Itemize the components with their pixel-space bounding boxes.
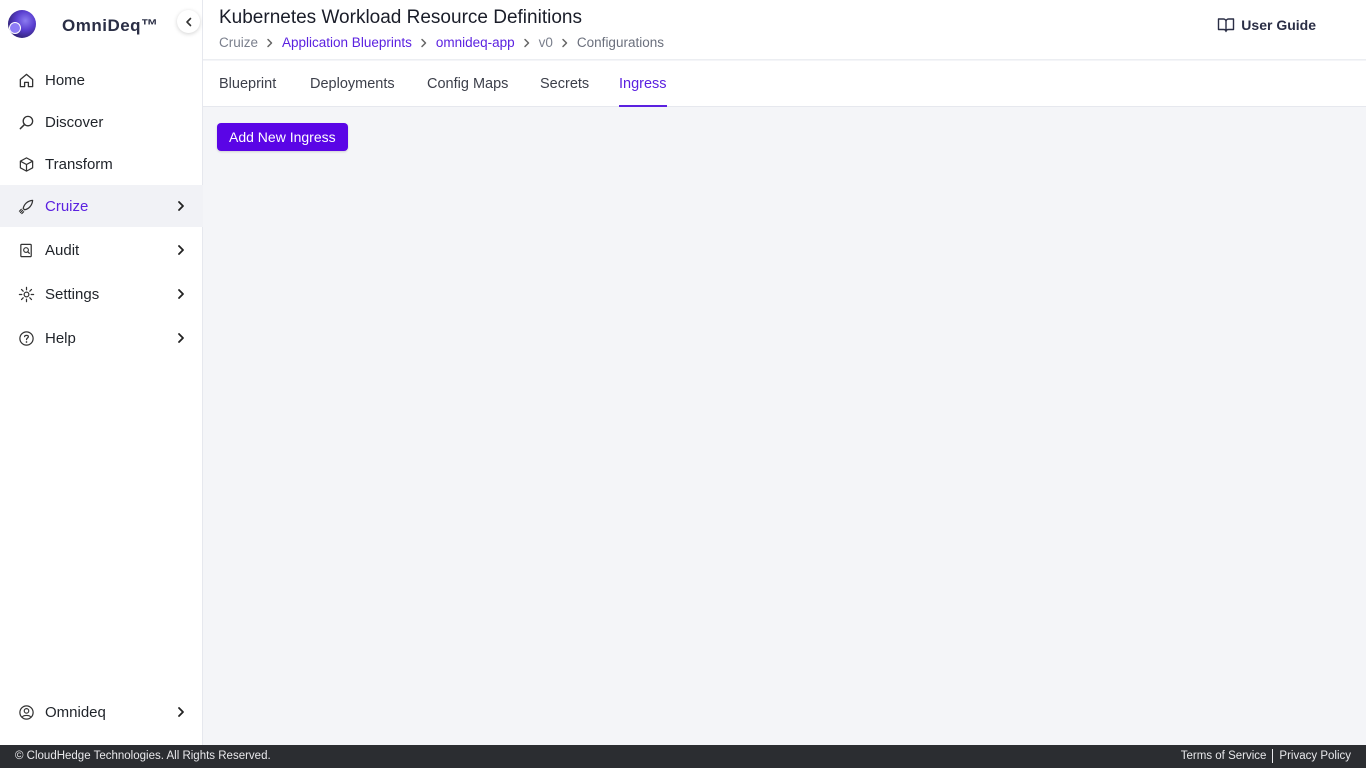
page-title: Kubernetes Workload Resource Definitions: [219, 7, 582, 28]
sidebar-item-cruize[interactable]: Cruize: [0, 185, 203, 227]
sidebar-item-audit[interactable]: Audit: [0, 229, 203, 271]
breadcrumb-application-blueprints[interactable]: Application Blueprints: [282, 35, 412, 50]
footer-links: Terms of Service Privacy Policy: [1181, 749, 1351, 763]
sidebar: OmniDeq™ Home Discover Transform Cruize …: [0, 0, 203, 745]
config-tabs: Blueprint Deployments Config Maps Secret…: [203, 61, 1366, 107]
main-content: Add New Ingress: [203, 107, 1366, 745]
account-section: Omnideq: [0, 691, 203, 733]
brand-name: OmniDeq™: [62, 16, 159, 35]
audit-icon: [17, 241, 35, 259]
tab-deployments[interactable]: Deployments: [310, 76, 395, 107]
footer-divider: [1272, 749, 1274, 763]
user-guide-link[interactable]: User Guide: [1217, 17, 1316, 33]
chevron-right-icon: [178, 245, 184, 255]
tab-blueprint[interactable]: Blueprint: [219, 76, 276, 107]
user-guide-label: User Guide: [1241, 17, 1316, 33]
sidebar-item-label: Discover: [45, 113, 104, 131]
sidebar-item-home[interactable]: Home: [0, 59, 203, 101]
breadcrumb-app[interactable]: omnideq-app: [436, 35, 515, 50]
sidebar-item-label: Settings: [45, 285, 100, 303]
help-icon: [17, 329, 35, 347]
tab-config-maps[interactable]: Config Maps: [427, 76, 508, 107]
sidebar-item-label: Transform: [45, 155, 113, 173]
chevron-right-icon: [262, 37, 278, 49]
gear-icon: [17, 285, 35, 303]
search-icon: [17, 113, 35, 131]
book-icon: [1218, 18, 1235, 33]
add-new-ingress-button[interactable]: Add New Ingress: [217, 123, 348, 151]
chevron-right-icon: [519, 37, 535, 49]
rocket-icon: [17, 197, 35, 215]
terms-of-service-link[interactable]: Terms of Service: [1181, 750, 1267, 762]
sidebar-nav: Home Discover Transform Cruize Audit Set…: [0, 59, 203, 359]
tab-secrets[interactable]: Secrets: [540, 76, 589, 107]
collapse-sidebar-button[interactable]: [177, 10, 200, 33]
page-header: Kubernetes Workload Resource Definitions…: [203, 0, 1366, 60]
chevron-right-icon: [178, 333, 184, 343]
sidebar-item-label: Cruize: [45, 197, 89, 215]
breadcrumb-version[interactable]: v0: [539, 35, 553, 50]
sidebar-item-label: Home: [45, 71, 86, 89]
chevron-right-icon: [557, 37, 573, 49]
logo-accent: [9, 22, 21, 34]
breadcrumb-current: Configurations: [576, 35, 664, 50]
sidebar-item-label: Audit: [45, 241, 80, 259]
sidebar-item-help[interactable]: Help: [0, 317, 203, 359]
sidebar-item-label: Help: [45, 329, 76, 347]
sidebar-item-discover[interactable]: Discover: [0, 101, 203, 143]
footer: © CloudHedge Technologies. All Rights Re…: [0, 745, 1366, 768]
privacy-policy-link[interactable]: Privacy Policy: [1279, 750, 1351, 762]
home-icon: [17, 71, 35, 89]
chevron-right-icon: [178, 201, 184, 211]
sidebar-item-transform[interactable]: Transform: [0, 143, 203, 185]
chevron-right-icon: [178, 289, 184, 299]
breadcrumb-cruize[interactable]: Cruize: [219, 35, 258, 50]
account-label: Omnideq: [45, 703, 106, 721]
copyright-text: © CloudHedge Technologies. All Rights Re…: [15, 750, 271, 762]
tab-ingress[interactable]: Ingress: [619, 76, 667, 107]
sidebar-item-settings[interactable]: Settings: [0, 273, 203, 315]
chevron-right-icon: [416, 37, 432, 49]
breadcrumb: Cruize Application Blueprints omnideq-ap…: [219, 35, 664, 50]
sidebar-item-account[interactable]: Omnideq: [0, 691, 203, 733]
user-circle-icon: [17, 703, 35, 721]
brand: OmniDeq™: [0, 0, 203, 50]
chevron-right-icon: [178, 707, 184, 717]
chevron-left-icon: [185, 17, 191, 26]
cube-icon: [17, 155, 35, 173]
